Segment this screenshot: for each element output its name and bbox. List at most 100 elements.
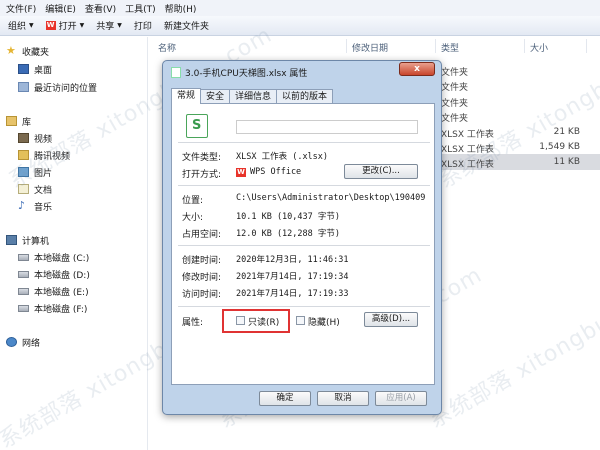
accessed-value: 2021年7月14日, 17:19:33 bbox=[236, 289, 349, 299]
open-with-label: 打开方式: bbox=[182, 170, 222, 180]
dialog-tabs: 常规 安全 详细信息 以前的版本 bbox=[171, 88, 334, 104]
divider bbox=[178, 142, 430, 143]
nav-drive-f[interactable]: 本地磁盘 (F:) bbox=[18, 300, 87, 316]
menu-view[interactable]: 查看(V) bbox=[83, 2, 123, 15]
row-size: 11 KB bbox=[553, 157, 580, 167]
row-type: 文件夹 bbox=[441, 99, 469, 109]
general-panel: 文件类型: XLSX 工作表 (.xlsx) 打开方式: W WPS Offic… bbox=[171, 103, 435, 385]
row-type: 文件夹 bbox=[441, 68, 469, 78]
created-label: 创建时间: bbox=[182, 256, 222, 266]
library-icon bbox=[6, 116, 17, 126]
column-name[interactable]: 名称 bbox=[158, 41, 176, 54]
nav-label: 网络 bbox=[22, 338, 41, 349]
video-icon bbox=[18, 133, 29, 143]
nav-pictures[interactable]: 图片 bbox=[18, 164, 52, 180]
nav-label: 本地磁盘 (C:) bbox=[34, 253, 90, 264]
column-divider[interactable] bbox=[586, 39, 587, 53]
apply-button[interactable]: 应用(A) bbox=[375, 391, 427, 406]
row-type: XLSX 工作表 bbox=[441, 145, 494, 155]
tab-previous-versions[interactable]: 以前的版本 bbox=[276, 89, 334, 104]
nav-recent[interactable]: 最近访问的位置 bbox=[18, 79, 97, 95]
share-button[interactable]: 共享 ▼ bbox=[94, 19, 132, 32]
nav-label: 腾讯视频 bbox=[34, 151, 71, 162]
new-folder-label: 新建文件夹 bbox=[163, 22, 209, 32]
nav-drive-e[interactable]: 本地磁盘 (E:) bbox=[18, 283, 89, 299]
advanced-button[interactable]: 高级(D)... bbox=[364, 312, 418, 327]
column-divider[interactable] bbox=[524, 39, 525, 53]
row-size: 1,549 KB bbox=[539, 142, 580, 152]
chevron-down-icon: ▼ bbox=[29, 22, 34, 29]
column-modified[interactable]: 修改日期 bbox=[352, 41, 388, 54]
nav-libraries[interactable]: 库 bbox=[6, 113, 31, 129]
file-type-label: 文件类型: bbox=[182, 153, 222, 163]
attributes-label: 属性: bbox=[182, 318, 204, 328]
menu-bar: 文件(F) 编辑(E) 查看(V) 工具(T) 帮助(H) bbox=[0, 0, 600, 16]
nav-drive-d[interactable]: 本地磁盘 (D:) bbox=[18, 266, 90, 282]
column-size[interactable]: 大小 bbox=[530, 41, 548, 54]
navigation-pane: ★ 收藏夹 桌面 最近访问的位置 库 视频 腾讯视频 图片 文档 ♪ 音乐 计算… bbox=[0, 37, 148, 450]
cancel-button[interactable]: 取消 bbox=[317, 391, 369, 406]
location-label: 位置: bbox=[182, 196, 204, 206]
organize-button[interactable]: 组织 ▼ bbox=[6, 19, 44, 32]
new-folder-button[interactable]: 新建文件夹 bbox=[162, 19, 219, 32]
print-button[interactable]: 打印 bbox=[132, 19, 162, 32]
pictures-icon bbox=[18, 167, 29, 177]
drive-icon bbox=[18, 287, 29, 295]
nav-label: 音乐 bbox=[34, 202, 53, 213]
row-type: XLSX 工作表 bbox=[441, 130, 494, 140]
tab-general[interactable]: 常规 bbox=[171, 88, 202, 104]
hidden-label[interactable]: 隐藏(H) bbox=[308, 315, 340, 328]
share-label: 共享 bbox=[96, 22, 115, 32]
nav-tencent-video[interactable]: 腾讯视频 bbox=[18, 147, 70, 163]
column-divider[interactable] bbox=[435, 39, 436, 53]
open-button[interactable]: W 打开 ▼ bbox=[44, 19, 95, 32]
close-button[interactable]: x bbox=[399, 62, 435, 76]
accessed-label: 访问时间: bbox=[182, 290, 222, 300]
hidden-checkbox[interactable] bbox=[296, 316, 305, 325]
disk-size-value: 12.0 KB (12,288 字节) bbox=[236, 229, 340, 239]
menu-file[interactable]: 文件(F) bbox=[4, 2, 43, 15]
dialog-title: 3.0-手机CPU天梯图.xlsx 属性 bbox=[185, 69, 308, 79]
tab-security[interactable]: 安全 bbox=[200, 89, 231, 104]
nav-network[interactable]: 网络 bbox=[6, 334, 40, 350]
file-name-input[interactable] bbox=[236, 120, 418, 134]
nav-desktop[interactable]: 桌面 bbox=[18, 61, 52, 77]
network-icon bbox=[6, 337, 17, 347]
column-type[interactable]: 类型 bbox=[441, 41, 459, 54]
recent-places-icon bbox=[18, 82, 29, 92]
ok-button[interactable]: 确定 bbox=[259, 391, 311, 406]
nav-label: 本地磁盘 (D:) bbox=[34, 270, 90, 281]
location-value: C:\Users\Administrator\Desktop\190409 bbox=[236, 193, 426, 203]
drive-icon bbox=[18, 253, 29, 261]
nav-label: 本地磁盘 (F:) bbox=[34, 304, 88, 315]
row-type: 文件夹 bbox=[441, 83, 469, 93]
menu-tools[interactable]: 工具(T) bbox=[123, 2, 163, 15]
divider bbox=[178, 185, 430, 186]
dialog-title-bar[interactable]: 3.0-手机CPU天梯图.xlsx 属性 bbox=[171, 66, 307, 79]
toolbar: 组织 ▼ W 打开 ▼ 共享 ▼ 打印 新建文件夹 bbox=[0, 16, 600, 36]
open-with-value: WPS Office bbox=[250, 167, 302, 177]
star-icon: ★ bbox=[6, 44, 16, 57]
column-divider[interactable] bbox=[346, 39, 347, 53]
row-type: 文件夹 bbox=[441, 114, 469, 124]
file-type-value: XLSX 工作表 (.xlsx) bbox=[236, 152, 329, 162]
nav-favorites[interactable]: ★ 收藏夹 bbox=[6, 43, 49, 59]
wps-spreadsheet-icon bbox=[186, 114, 208, 138]
tab-details[interactable]: 详细信息 bbox=[229, 89, 278, 104]
menu-edit[interactable]: 编辑(E) bbox=[43, 2, 83, 15]
file-icon bbox=[171, 67, 181, 78]
nav-computer[interactable]: 计算机 bbox=[6, 232, 49, 248]
music-icon: ♪ bbox=[18, 199, 26, 212]
nav-drive-c[interactable]: 本地磁盘 (C:) bbox=[18, 249, 89, 265]
change-button[interactable]: 更改(C)... bbox=[344, 164, 418, 179]
tencent-video-icon bbox=[18, 150, 29, 160]
nav-music[interactable]: ♪ 音乐 bbox=[18, 198, 52, 214]
nav-video[interactable]: 视频 bbox=[18, 130, 52, 146]
nav-documents[interactable]: 文档 bbox=[18, 181, 52, 197]
chevron-down-icon: ▼ bbox=[79, 22, 85, 29]
size-label: 大小: bbox=[182, 213, 204, 223]
row-type: XLSX 工作表 bbox=[441, 160, 494, 170]
menu-help[interactable]: 帮助(H) bbox=[163, 2, 204, 15]
modified-value: 2021年7月14日, 17:19:34 bbox=[236, 272, 349, 282]
divider bbox=[178, 245, 430, 246]
